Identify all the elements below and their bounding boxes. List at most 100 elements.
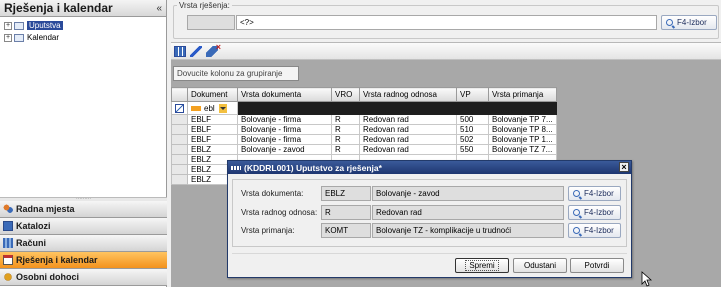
people-icon bbox=[3, 204, 13, 214]
tree-item-kalendar[interactable]: + Kalendar bbox=[4, 32, 162, 43]
table-cell[interactable]: Bolovanje TP 1... bbox=[488, 134, 557, 145]
accounts-icon bbox=[3, 238, 13, 248]
save-button[interactable]: Spremi bbox=[455, 258, 509, 273]
row-selector[interactable] bbox=[171, 144, 188, 155]
search-icon bbox=[666, 19, 673, 26]
catalog-icon bbox=[3, 221, 13, 231]
row-selector[interactable] bbox=[171, 114, 188, 125]
filter-row: ebl bbox=[171, 101, 557, 115]
table-cell[interactable]: R bbox=[331, 144, 360, 155]
expand-icon[interactable]: + bbox=[4, 33, 12, 42]
field-label: Vrsta dokumenta: bbox=[241, 189, 304, 198]
employment-f4-button[interactable]: F4-Izbor bbox=[568, 205, 621, 220]
nav-item-katalozi[interactable]: Katalozi bbox=[0, 218, 167, 235]
instruction-dialog: (KDDRL001) Uputstvo za rješenja* × Vrsta… bbox=[227, 160, 632, 278]
table-row[interactable]: EBLF Bolovanje - firma R Redovan rad 500 Bolo… bbox=[171, 114, 557, 125]
filter-panel: Vrsta rješenja: <?> F4-Izbor bbox=[171, 0, 721, 43]
collapse-panel-icon[interactable]: « bbox=[156, 3, 162, 14]
table-cell[interactable]: 502 bbox=[456, 134, 489, 145]
confirm-button[interactable]: Potvrdi bbox=[570, 258, 624, 273]
table-cell[interactable]: 550 bbox=[456, 144, 489, 155]
table-row[interactable]: EBLF Bolovanje - firma R Redovan rad 510 Bolo… bbox=[171, 124, 557, 135]
employment-name-field[interactable]: Redovan rad bbox=[372, 205, 564, 220]
table-cell[interactable]: R bbox=[331, 124, 360, 135]
column-header[interactable]: Vrsta primanja bbox=[488, 87, 557, 102]
chevron-down-icon[interactable] bbox=[218, 103, 227, 113]
column-header[interactable]: Vrsta radnog odnosa bbox=[359, 87, 457, 102]
row-selector[interactable] bbox=[171, 174, 188, 185]
expand-icon[interactable]: + bbox=[4, 21, 12, 30]
column-header[interactable]: VP bbox=[456, 87, 489, 102]
filter-code-field[interactable] bbox=[187, 15, 235, 30]
document-code-field[interactable]: EBLZ bbox=[321, 186, 371, 201]
income-f4-button[interactable]: F4-Izbor bbox=[568, 223, 621, 238]
group-by-panel[interactable]: Dovucite kolonu za grupiranje bbox=[171, 60, 721, 87]
calendar-icon bbox=[3, 255, 13, 265]
table-cell[interactable]: EBLF bbox=[187, 114, 238, 125]
filter-cell-empty[interactable] bbox=[237, 101, 557, 115]
grid-view-icon[interactable] bbox=[174, 45, 186, 57]
navigation-bar: Radna mjesta Katalozi Računi Rješenja i … bbox=[0, 201, 167, 286]
table-cell[interactable]: Redovan rad bbox=[359, 144, 457, 155]
dialog-row-vrsta-radnog-odnosa: Vrsta radnog odnosa: R Redovan rad F4-Iz… bbox=[233, 205, 626, 220]
table-cell[interactable]: Redovan rad bbox=[359, 124, 457, 135]
nav-item-osobni-dohoci[interactable]: Osobni dohoci bbox=[0, 269, 167, 286]
table-cell[interactable]: Bolovanje - zavod bbox=[237, 144, 332, 155]
edit-icon[interactable] bbox=[190, 45, 202, 57]
employment-code-field[interactable]: R bbox=[321, 205, 371, 220]
nav-item-label: Osobni dohoci bbox=[16, 272, 79, 282]
table-cell[interactable]: Redovan rad bbox=[359, 114, 457, 125]
folder-icon bbox=[14, 21, 24, 30]
clear-filter-icon[interactable] bbox=[175, 103, 184, 113]
f4-button-label: F4-Izbor bbox=[584, 226, 614, 235]
table-cell[interactable]: EBLZ bbox=[187, 144, 238, 155]
filter-f4-button[interactable]: F4-Izbor bbox=[661, 15, 717, 30]
table-cell[interactable]: Bolovanje TZ 7... bbox=[488, 144, 557, 155]
table-cell[interactable]: 510 bbox=[456, 124, 489, 135]
mouse-cursor-icon bbox=[641, 271, 653, 287]
tree-item-label: Kalendar bbox=[27, 33, 60, 42]
nav-item-radna-mjesta[interactable]: Radna mjesta bbox=[0, 201, 167, 218]
dialog-row-vrsta-primanja: Vrsta primanja: KOMT Bolovanje TZ - komp… bbox=[233, 223, 626, 238]
row-selector[interactable] bbox=[171, 164, 188, 175]
dialog-body: Vrsta dokumenta: EBLZ Bolovanje - zavod … bbox=[232, 179, 627, 247]
close-icon[interactable]: × bbox=[619, 162, 629, 172]
table-cell[interactable]: EBLF bbox=[187, 134, 238, 145]
document-name-field[interactable]: Bolovanje - zavod bbox=[372, 186, 564, 201]
row-selector[interactable] bbox=[171, 154, 188, 165]
row-selector[interactable] bbox=[171, 124, 188, 135]
table-cell[interactable]: Bolovanje - firma bbox=[237, 114, 332, 125]
save-button-label: Spremi bbox=[465, 260, 499, 271]
tree-item-label: Uputstva bbox=[27, 21, 63, 30]
delete-icon[interactable] bbox=[206, 42, 221, 57]
cancel-button[interactable]: Odustani bbox=[513, 258, 567, 273]
tree-item-uputstva[interactable]: + Uputstva bbox=[4, 20, 162, 31]
filter-value-field[interactable]: <?> bbox=[236, 15, 657, 30]
column-header[interactable]: Vrsta dokumenta bbox=[237, 87, 332, 102]
nav-item-racuni[interactable]: Računi bbox=[0, 235, 167, 252]
filter-operator-icon[interactable] bbox=[191, 105, 201, 111]
nav-item-rjesenja-i-kalendar[interactable]: Rješenja i kalendar bbox=[0, 252, 167, 269]
table-cell[interactable]: Bolovanje TP 8... bbox=[488, 124, 557, 135]
income-code-field[interactable]: KOMT bbox=[321, 223, 371, 238]
income-name-field[interactable]: Bolovanje TZ - komplikacije u trudnoći bbox=[372, 223, 564, 238]
filter-row-selector[interactable] bbox=[171, 101, 188, 115]
table-cell[interactable]: Bolovanje - firma bbox=[237, 124, 332, 135]
grid-toolbar bbox=[171, 42, 721, 60]
column-header[interactable]: VRO bbox=[331, 87, 360, 102]
table-cell[interactable]: Bolovanje TP 7... bbox=[488, 114, 557, 125]
column-header[interactable]: Dokument bbox=[187, 87, 238, 102]
table-cell[interactable]: 500 bbox=[456, 114, 489, 125]
table-cell[interactable]: EBLF bbox=[187, 124, 238, 135]
table-cell[interactable]: Bolovanje - firma bbox=[237, 134, 332, 145]
table-row[interactable]: EBLZ Bolovanje - zavod R Redovan rad 550 Bolo… bbox=[171, 144, 557, 155]
row-selector[interactable] bbox=[171, 134, 188, 145]
table-row[interactable]: EBLF Bolovanje - firma R Redovan rad 502 Bolo… bbox=[171, 134, 557, 145]
table-cell[interactable]: Redovan rad bbox=[359, 134, 457, 145]
f4-button-label: F4-Izbor bbox=[584, 189, 614, 198]
filter-cell[interactable]: ebl bbox=[187, 101, 238, 115]
document-f4-button[interactable]: F4-Izbor bbox=[568, 186, 621, 201]
dialog-title-bar[interactable]: (KDDRL001) Uputstvo za rješenja* × bbox=[228, 161, 631, 174]
table-cell[interactable]: R bbox=[331, 134, 360, 145]
table-cell[interactable]: R bbox=[331, 114, 360, 125]
